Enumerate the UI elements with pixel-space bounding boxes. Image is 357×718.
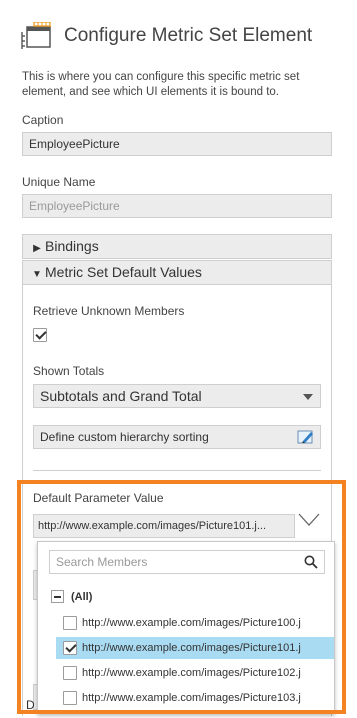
shown-totals-label: Shown Totals	[33, 364, 105, 378]
chevron-right-icon: ▶	[33, 243, 41, 254]
shown-totals-value: Subtotals and Grand Total	[40, 388, 202, 404]
retrieve-unknown-checkbox[interactable]	[33, 328, 47, 342]
chevron-down-icon	[303, 394, 313, 400]
bindings-label: Bindings	[45, 238, 99, 254]
unique-name-label: Unique Name	[22, 175, 96, 189]
shown-totals-select[interactable]: Subtotals and Grand Total	[33, 384, 321, 408]
caption-label: Caption	[22, 113, 64, 127]
metric-defaults-label: Metric Set Default Values	[45, 264, 202, 280]
bindings-section-header[interactable]: ▶ Bindings	[22, 234, 332, 259]
chevron-down-icon: ▼	[32, 269, 42, 280]
divider	[33, 470, 321, 471]
define-sorting-button[interactable]: Define custom hierarchy sorting	[33, 425, 321, 449]
page-description: This is where you can configure this spe…	[22, 71, 300, 98]
highlight-frame	[17, 480, 346, 714]
define-sorting-label: Define custom hierarchy sorting	[40, 430, 209, 444]
caption-field[interactable]: EmployeePicture	[22, 132, 332, 156]
metric-set-icon	[20, 21, 52, 52]
retrieve-unknown-label: Retrieve Unknown Members	[33, 304, 185, 318]
metric-defaults-section-header[interactable]: ▼ Metric Set Default Values	[22, 260, 332, 285]
unique-name-field: EmployeePicture	[22, 194, 332, 218]
page-title: Configure Metric Set Element	[64, 25, 313, 46]
edit-icon	[297, 429, 315, 452]
